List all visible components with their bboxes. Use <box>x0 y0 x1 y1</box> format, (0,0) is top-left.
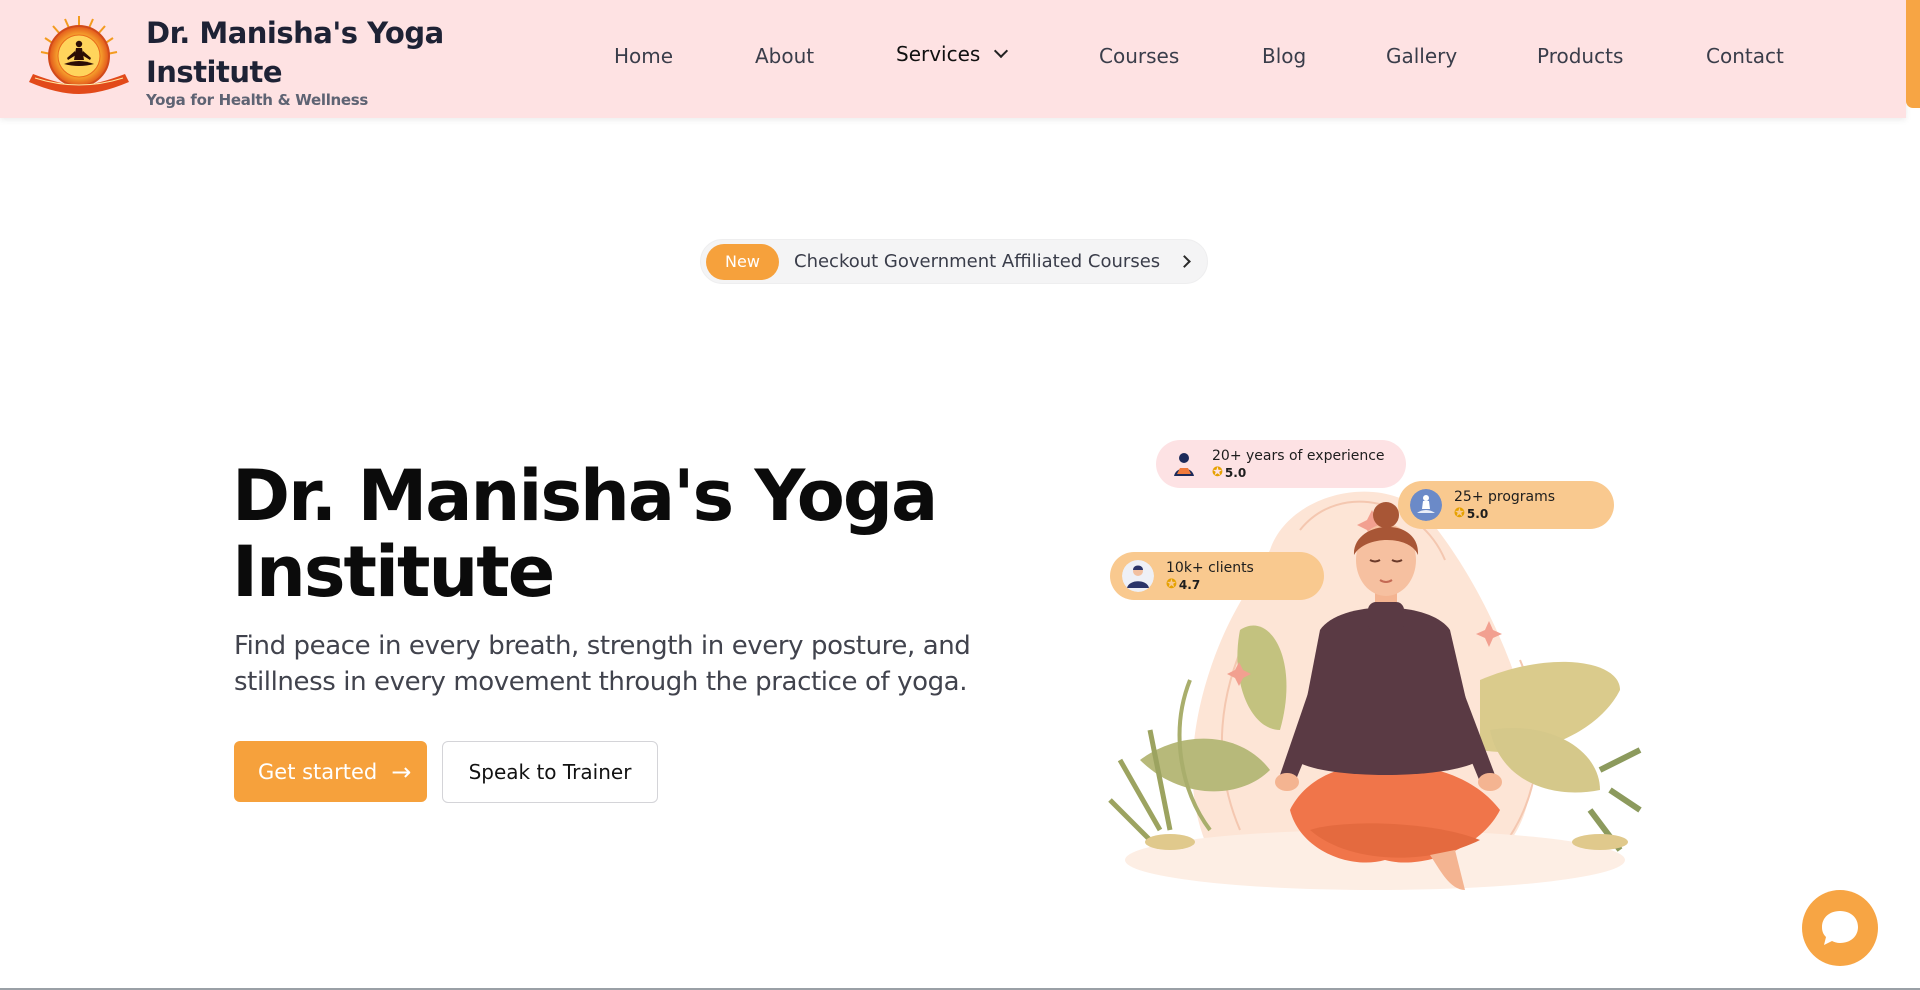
main-nav: Home About Services Courses Blog Gallery… <box>0 42 1906 74</box>
nav-home[interactable]: Home <box>614 44 673 68</box>
hero-subtitle: Find peace in every breath, strength in … <box>234 631 971 697</box>
nav-gallery[interactable]: Gallery <box>1386 44 1457 68</box>
speak-to-trainer-button[interactable]: Speak to Trainer <box>442 741 658 803</box>
hero-illustration: 20+ years of experience ✪ 5.0 25+ program… <box>1100 430 1660 910</box>
stat-experience: 20+ years of experience ✪ 5.0 <box>1156 440 1406 488</box>
stat-rating: ✪ 5.0 <box>1212 465 1247 480</box>
star-icon: ✪ <box>1454 506 1465 521</box>
chat-button[interactable] <box>1802 890 1878 966</box>
stat-avatar <box>1410 489 1442 521</box>
chevron-down-icon <box>994 43 1009 59</box>
hero-title: Dr. Manisha's Yoga Institute <box>232 455 938 613</box>
nav-about[interactable]: About <box>755 44 814 68</box>
stat-label: 25+ programs <box>1454 489 1556 505</box>
stat-rating: ✪ 5.0 <box>1454 506 1489 521</box>
nav-services[interactable]: Services <box>896 42 1009 66</box>
get-started-label: Get started <box>258 759 378 784</box>
nav-products[interactable]: Products <box>1537 44 1623 68</box>
stat-avatar <box>1122 560 1154 592</box>
chevron-right-icon <box>1178 255 1192 268</box>
arrow-right-icon: → <box>391 757 412 786</box>
stat-rating: ✪ 4.7 <box>1166 577 1201 592</box>
announcement-text: Checkout Government Affiliated Courses <box>794 251 1161 272</box>
star-icon: ✪ <box>1212 465 1223 480</box>
chat-bubble-icon <box>1822 911 1858 945</box>
stat-programs: 25+ programs ✪ 5.0 <box>1398 481 1614 529</box>
scrollbar-thumb[interactable] <box>1906 0 1920 108</box>
nav-blog[interactable]: Blog <box>1262 44 1306 68</box>
nav-contact[interactable]: Contact <box>1706 44 1784 68</box>
get-started-button[interactable]: Get started → <box>234 741 427 802</box>
nav-courses[interactable]: Courses <box>1099 44 1179 68</box>
nav-services-label: Services <box>896 42 981 66</box>
star-icon: ✪ <box>1166 577 1177 592</box>
stat-label: 10k+ clients <box>1166 560 1254 576</box>
new-badge: New <box>706 243 779 280</box>
stat-clients: 10k+ clients ✪ 4.7 <box>1110 552 1324 600</box>
stat-avatar <box>1168 448 1200 480</box>
stat-label: 20+ years of experience <box>1212 448 1385 464</box>
announcement-pill[interactable]: New Checkout Government Affiliated Cours… <box>700 239 1208 284</box>
navbar: Dr. Manisha's Yoga Institute Yoga for He… <box>0 0 1906 118</box>
brand-tagline: Yoga for Health & Wellness <box>146 91 369 109</box>
